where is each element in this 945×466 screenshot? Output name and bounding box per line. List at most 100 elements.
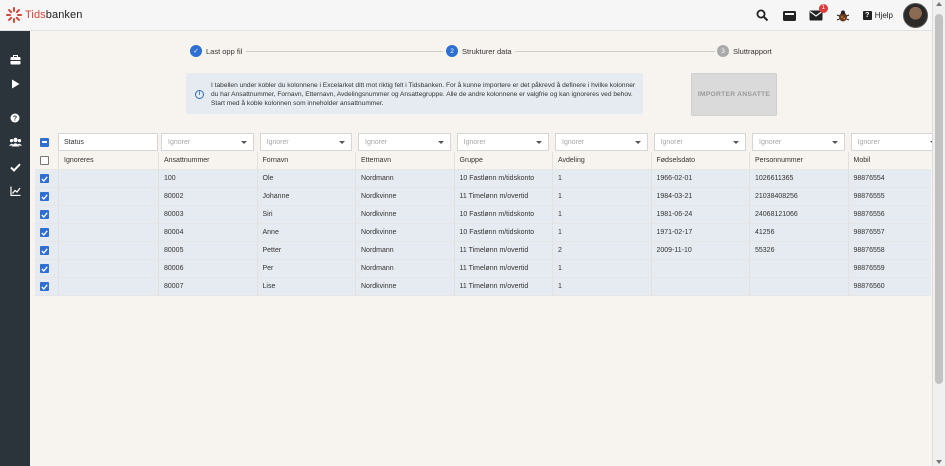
logo-text: Tidsbanken bbox=[25, 9, 83, 21]
step-pending-number: 3 bbox=[717, 45, 729, 57]
help-circle-icon[interactable]: ? bbox=[8, 111, 22, 125]
table-cell: Nordkvinne bbox=[355, 224, 454, 241]
table-cell: 98876554 bbox=[847, 170, 945, 187]
table-cell: Nordmann bbox=[355, 170, 454, 187]
status-header: Status bbox=[58, 133, 158, 151]
table-cell: 2 bbox=[552, 242, 651, 259]
column-mapping-select[interactable]: Ignorer bbox=[456, 133, 549, 151]
user-avatar[interactable] bbox=[903, 3, 928, 28]
table-cell: Anne bbox=[256, 224, 356, 241]
users-icon[interactable] bbox=[8, 135, 22, 149]
table-cell: 80005 bbox=[158, 242, 257, 259]
step-done-icon: ✓ bbox=[190, 45, 202, 57]
info-box: i I tabellen under kobler du kolonnene i… bbox=[186, 73, 643, 114]
column-mapping-select[interactable]: Ignorer bbox=[653, 133, 746, 151]
mail-badge: 1 bbox=[818, 4, 828, 13]
table-cell: 24068121066 bbox=[749, 206, 848, 223]
table-cell: 11 Timelønn m/overtid bbox=[453, 242, 553, 259]
logo-sun-icon bbox=[6, 7, 22, 23]
top-header: Tidsbanken 1 ? Hjelp bbox=[0, 0, 932, 31]
row-checkbox[interactable] bbox=[40, 246, 49, 255]
mail-icon[interactable]: 1 bbox=[809, 4, 828, 23]
select-placeholder: Ignorer bbox=[365, 138, 388, 146]
table-cell: 21038408256 bbox=[749, 188, 848, 205]
play-icon[interactable] bbox=[8, 77, 22, 91]
column-mapping-select[interactable]: Ignorer bbox=[259, 133, 352, 151]
status-label: Status bbox=[64, 138, 84, 146]
table-cell: 55326 bbox=[749, 242, 848, 259]
column-mapping-select[interactable]: Ignorer bbox=[850, 133, 943, 151]
select-all-checkbox[interactable] bbox=[40, 137, 49, 147]
import-employees-button[interactable]: IMPORTER ANSATTE bbox=[691, 73, 777, 116]
chevron-down-icon bbox=[339, 141, 345, 144]
column-mapping-select[interactable]: Ignorer bbox=[752, 133, 845, 151]
status-cell bbox=[58, 224, 158, 241]
table-cell: 98876558 bbox=[847, 242, 945, 259]
step-last-opp-fil: ✓ Last opp fil bbox=[190, 45, 242, 57]
row-checkbox[interactable] bbox=[40, 228, 49, 237]
column-header: Ansattnummer bbox=[158, 152, 257, 169]
chevron-down-icon bbox=[831, 141, 838, 144]
scroll-down-icon[interactable] bbox=[936, 460, 942, 464]
table-cell: 2009-11-10 bbox=[650, 242, 750, 259]
row-checkbox-cell bbox=[35, 206, 58, 223]
chevron-down-icon bbox=[240, 141, 247, 144]
row-checkbox[interactable] bbox=[40, 282, 49, 291]
search-icon[interactable] bbox=[755, 8, 770, 23]
step-sluttrapport: 3 Sluttrapport bbox=[717, 45, 772, 57]
status-cell bbox=[58, 278, 158, 295]
table-cell: 1 bbox=[552, 206, 651, 223]
table-header-row: Ignoreres Ansattnummer Fornavn Etternavn Gr… bbox=[35, 152, 931, 170]
stepper-line-1 bbox=[246, 51, 443, 52]
step-label: Sluttrapport bbox=[733, 46, 772, 56]
table-cell: Nordkvinne bbox=[355, 206, 454, 223]
table-cell: 1 bbox=[552, 278, 651, 295]
table-cell: 11 Timelønn m/overtid bbox=[453, 188, 553, 205]
column-mapping-row: Status Ignorer Ignorer Ignorer Ignorer Ignor… bbox=[35, 132, 943, 152]
column-mapping-select[interactable]: Ignorer bbox=[358, 133, 451, 151]
table-cell: Nordkvinne bbox=[355, 188, 454, 205]
step-active-number: 2 bbox=[446, 45, 458, 57]
table-cell: Johanne bbox=[256, 188, 356, 205]
column-mapping-select[interactable]: Ignorer bbox=[161, 133, 254, 151]
row-checkbox[interactable] bbox=[40, 210, 49, 219]
checkmark-icon[interactable] bbox=[8, 160, 22, 174]
table-cell: Siri bbox=[256, 206, 356, 223]
status-cell bbox=[58, 260, 158, 277]
status-cell bbox=[58, 188, 158, 205]
scroll-thumb[interactable] bbox=[935, 14, 943, 384]
row-checkbox-cell bbox=[35, 242, 58, 259]
vertical-scrollbar[interactable] bbox=[932, 0, 945, 466]
column-header: Gruppe bbox=[453, 152, 553, 169]
table-row: 80003 Siri Nordkvinne 10 Fastlønn m/tidskon… bbox=[35, 206, 931, 224]
table-row: 80004 Anne Nordkvinne 10 Fastlønn m/tidskon… bbox=[35, 224, 931, 242]
row-checkbox[interactable] bbox=[40, 192, 49, 201]
help-icon: ? bbox=[862, 11, 872, 20]
bug-icon[interactable] bbox=[836, 8, 851, 23]
row-checkbox[interactable] bbox=[40, 174, 49, 183]
column-mapping-select[interactable]: Ignorer bbox=[555, 133, 648, 151]
row-checkbox-cell bbox=[35, 260, 58, 277]
step-label: Strukturer data bbox=[462, 46, 512, 56]
inbox-icon[interactable] bbox=[782, 8, 797, 23]
table-row: 80006 Per Nordmann 11 Timelønn m/overtid 1 98… bbox=[35, 260, 931, 278]
step-strukturer-data: 2 Strukturer data bbox=[446, 45, 512, 57]
table-cell: 1 bbox=[552, 260, 651, 277]
help-label: Hjelp bbox=[874, 11, 893, 20]
select-placeholder: Ignorer bbox=[562, 138, 585, 146]
table-cell: Ole bbox=[256, 170, 356, 187]
table-body: 100 Ole Nordmann 10 Fastlønn m/tidskonto 1 19… bbox=[35, 170, 931, 296]
ignore-checkbox[interactable] bbox=[40, 156, 49, 165]
dashboard-icon[interactable] bbox=[8, 53, 22, 67]
chart-icon[interactable] bbox=[8, 184, 22, 198]
row-checkbox[interactable] bbox=[40, 264, 49, 273]
column-header: Fornavn bbox=[256, 152, 356, 169]
table-cell: 98876556 bbox=[847, 206, 945, 223]
scroll-up-icon[interactable] bbox=[936, 2, 942, 6]
status-cell bbox=[58, 242, 158, 259]
header-checkbox-cell bbox=[35, 152, 58, 169]
tidsbanken-logo[interactable]: Tidsbanken bbox=[6, 7, 82, 23]
table-cell: 100 bbox=[158, 170, 257, 187]
select-all-cell bbox=[35, 132, 58, 152]
help-button[interactable]: ? Hjelp bbox=[862, 11, 893, 20]
